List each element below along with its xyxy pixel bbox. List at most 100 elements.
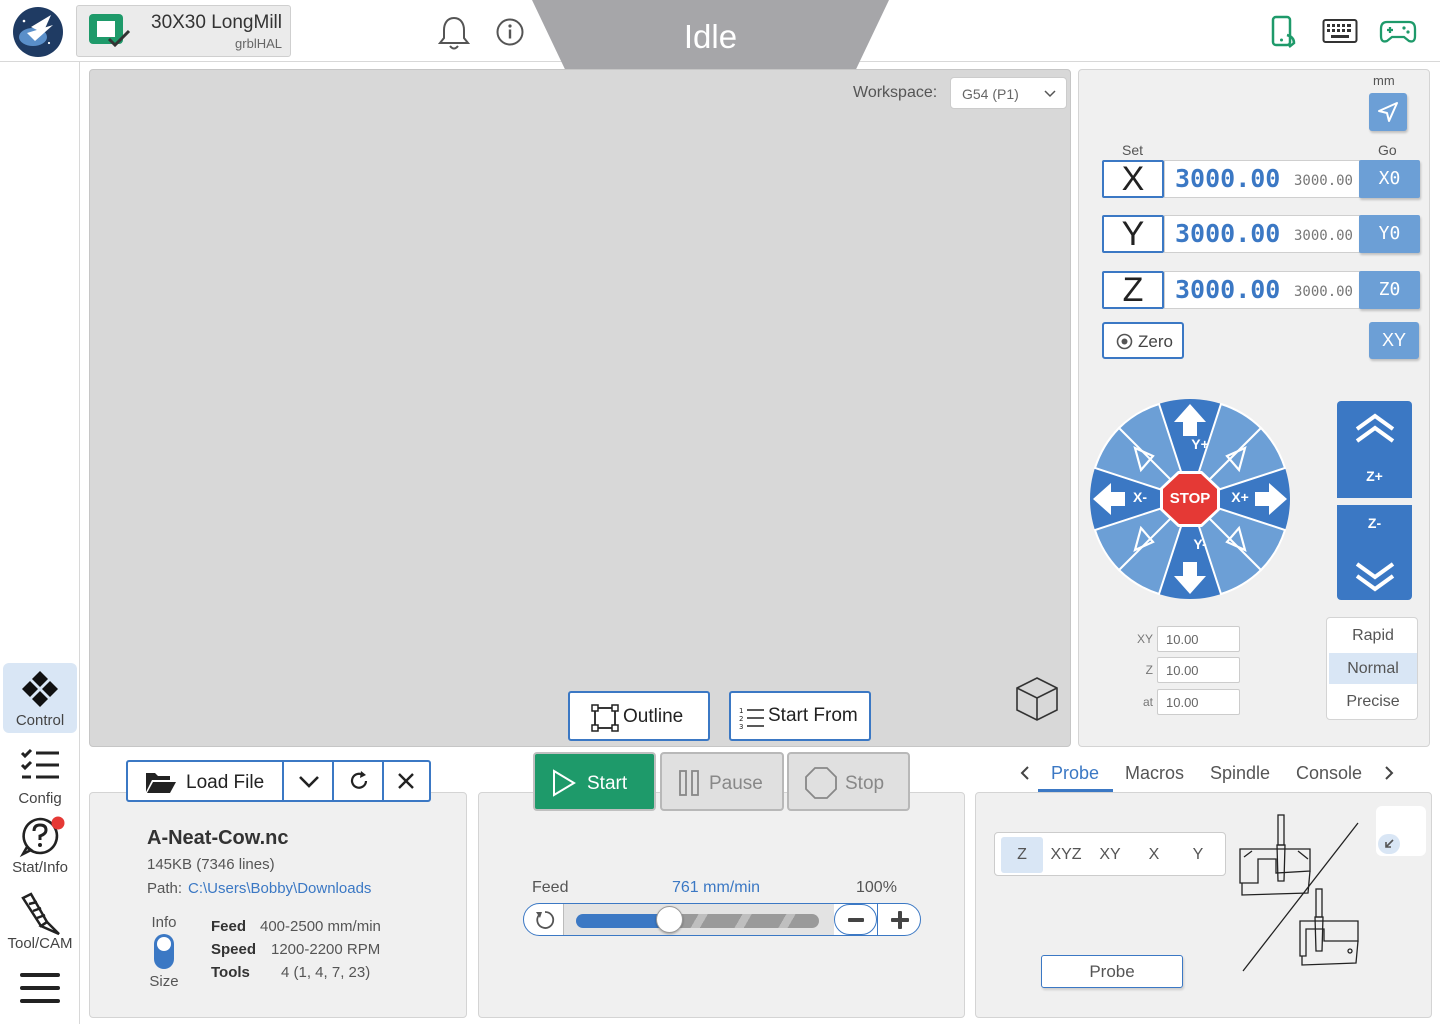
bell-icon[interactable] (437, 15, 471, 56)
feed-slider-thumb[interactable] (656, 906, 684, 933)
visualizer-canvas[interactable]: Workspace: G54 (P1) Outline 123 Start Fr… (89, 69, 1071, 747)
zero-all-button[interactable]: Zero (1102, 322, 1184, 359)
reset-feed-button[interactable] (524, 904, 564, 935)
axis-row-z: Z 3000.00 3000.00 Z0 (1102, 271, 1420, 309)
probe-axis-x[interactable]: X (1133, 837, 1175, 873)
hamburger-menu-icon[interactable] (20, 973, 62, 1008)
tab-console[interactable]: Console (1296, 763, 1362, 784)
pause-job-button[interactable]: Pause (660, 752, 784, 811)
chevron-down-icon (299, 776, 319, 788)
go-x0-button[interactable]: X0 (1359, 160, 1420, 198)
feed-override-label: Feed (532, 879, 569, 896)
feed-decrease-button[interactable] (834, 904, 877, 935)
speed-precise-option[interactable]: Precise (1329, 686, 1417, 717)
jog-y-minus-button[interactable]: Y- (1180, 536, 1220, 558)
double-chevron-down-icon (1355, 562, 1395, 592)
folder-open-icon (146, 773, 176, 793)
tabs-next-icon[interactable] (1383, 765, 1395, 781)
keyboard-icon[interactable] (1322, 18, 1358, 49)
probe-axis-selector: Z XYZ XY X Y (994, 832, 1226, 876)
help-circle-icon (19, 816, 65, 858)
probe-diagram (1239, 814, 1359, 972)
cube-view-icon[interactable] (1014, 675, 1060, 728)
jog-x-plus-button[interactable]: X+ (1225, 489, 1255, 511)
refresh-icon (350, 771, 368, 789)
workspace-select[interactable]: G54 (P1) (950, 77, 1067, 109)
go-y0-button[interactable]: Y0 (1359, 215, 1420, 253)
feed-slider-stripes (664, 914, 819, 928)
start-job-button[interactable]: Start (533, 752, 656, 811)
tab-macros[interactable]: Macros (1125, 763, 1184, 784)
goto-button[interactable] (1369, 93, 1407, 131)
go-z0-button[interactable]: Z0 (1359, 271, 1420, 309)
sidebar-item-control[interactable]: Control (3, 663, 77, 733)
probe-axis-xyz[interactable]: XYZ (1045, 837, 1087, 873)
probe-button-label: Probe (1089, 962, 1135, 981)
file-path-link[interactable]: C:\Users\Bobby\Downloads (188, 880, 371, 897)
probe-panel: Z XYZ XY X Y Probe (975, 792, 1432, 1018)
y-position-display[interactable]: 3000.00 3000.00 (1164, 215, 1360, 253)
run-probe-button[interactable]: Probe (1041, 955, 1183, 988)
load-file-button[interactable]: Load File (128, 762, 284, 800)
machine-connection-button[interactable]: 30X30 LongMill grblHAL (76, 5, 291, 57)
jog-speed-selector: Rapid Normal Precise (1326, 617, 1418, 720)
control-diamond-icon (22, 671, 58, 707)
sidebar-item-tool-cam[interactable]: Tool/CAM (3, 886, 77, 956)
pause-label: Pause (709, 773, 763, 794)
jog-xy-step-input[interactable]: 10.00 (1157, 626, 1240, 652)
jog-z-label: Z (1145, 663, 1153, 677)
reload-file-button[interactable] (334, 762, 384, 800)
z-machine-position: 3000.00 (1293, 284, 1353, 300)
info-icon[interactable] (495, 17, 525, 52)
tab-spindle[interactable]: Spindle (1210, 763, 1270, 784)
pause-icon (679, 770, 699, 796)
speed-range-label: Speed (211, 941, 257, 958)
plus-icon (891, 911, 909, 929)
speed-normal-option[interactable]: Normal (1329, 653, 1417, 684)
z-position-display[interactable]: 3000.00 3000.00 (1164, 271, 1360, 309)
jog-y-plus-button[interactable]: Y+ (1180, 436, 1220, 458)
machine-state-indicator: Idle (532, 0, 889, 75)
sidebar-item-stat-info[interactable]: Stat/Info (3, 810, 77, 880)
jog-feed-input[interactable]: 10.00 (1157, 689, 1240, 715)
tabs-prev-icon[interactable] (1019, 765, 1031, 781)
feed-slider-track[interactable] (564, 904, 834, 935)
close-file-button[interactable] (384, 762, 429, 800)
jog-feed-label: at (1142, 695, 1153, 709)
send-arrow-icon (1378, 102, 1398, 122)
go-xy-zero-button[interactable]: XY (1369, 322, 1419, 359)
set-y-button[interactable]: Y (1102, 215, 1164, 253)
jog-z-step-input[interactable]: 10.00 (1157, 657, 1240, 683)
play-icon (553, 769, 576, 797)
jog-stop-button[interactable]: STOP (1158, 470, 1222, 528)
stop-job-label: Stop (845, 773, 885, 794)
z-divider (1337, 496, 1412, 504)
connected-machine-icon (89, 14, 131, 48)
probe-axis-z[interactable]: Z (1001, 837, 1043, 873)
probe-axis-xy[interactable]: XY (1089, 837, 1131, 873)
outline-button[interactable]: Outline (568, 691, 710, 741)
recent-files-dropdown[interactable] (284, 762, 334, 800)
stop-job-button[interactable]: Stop (787, 752, 910, 811)
set-z-button[interactable]: Z (1102, 271, 1164, 309)
set-x-button[interactable]: X (1102, 160, 1164, 198)
jog-x-minus-button[interactable]: X- (1125, 489, 1155, 511)
tab-probe[interactable]: Probe (1051, 763, 1099, 784)
stop-octagon-outline-icon (805, 767, 837, 799)
x-position-display[interactable]: 3000.00 3000.00 (1164, 160, 1360, 198)
sidebar-item-config[interactable]: Config (3, 741, 77, 811)
jog-z-plus-button[interactable]: Z+ (1337, 401, 1412, 496)
job-control-panel: Feed 761 mm/min 100% (478, 792, 965, 1018)
feed-range-label: Feed (211, 918, 247, 935)
probe-axis-y[interactable]: Y (1177, 837, 1219, 873)
zero-label: Zero (1138, 332, 1173, 351)
remote-mode-icon[interactable] (1270, 15, 1298, 54)
speed-rapid-option[interactable]: Rapid (1329, 620, 1417, 651)
info-size-toggle[interactable] (154, 934, 174, 969)
machine-name: 30X30 LongMill (151, 12, 282, 33)
start-from-button[interactable]: 123 Start From (729, 691, 871, 741)
gamepad-icon[interactable] (1379, 17, 1417, 52)
feed-increase-button[interactable] (877, 904, 920, 935)
jog-z-minus-button[interactable]: Z- (1337, 505, 1412, 600)
probe-diagram-toggle-button[interactable] (1376, 806, 1426, 856)
